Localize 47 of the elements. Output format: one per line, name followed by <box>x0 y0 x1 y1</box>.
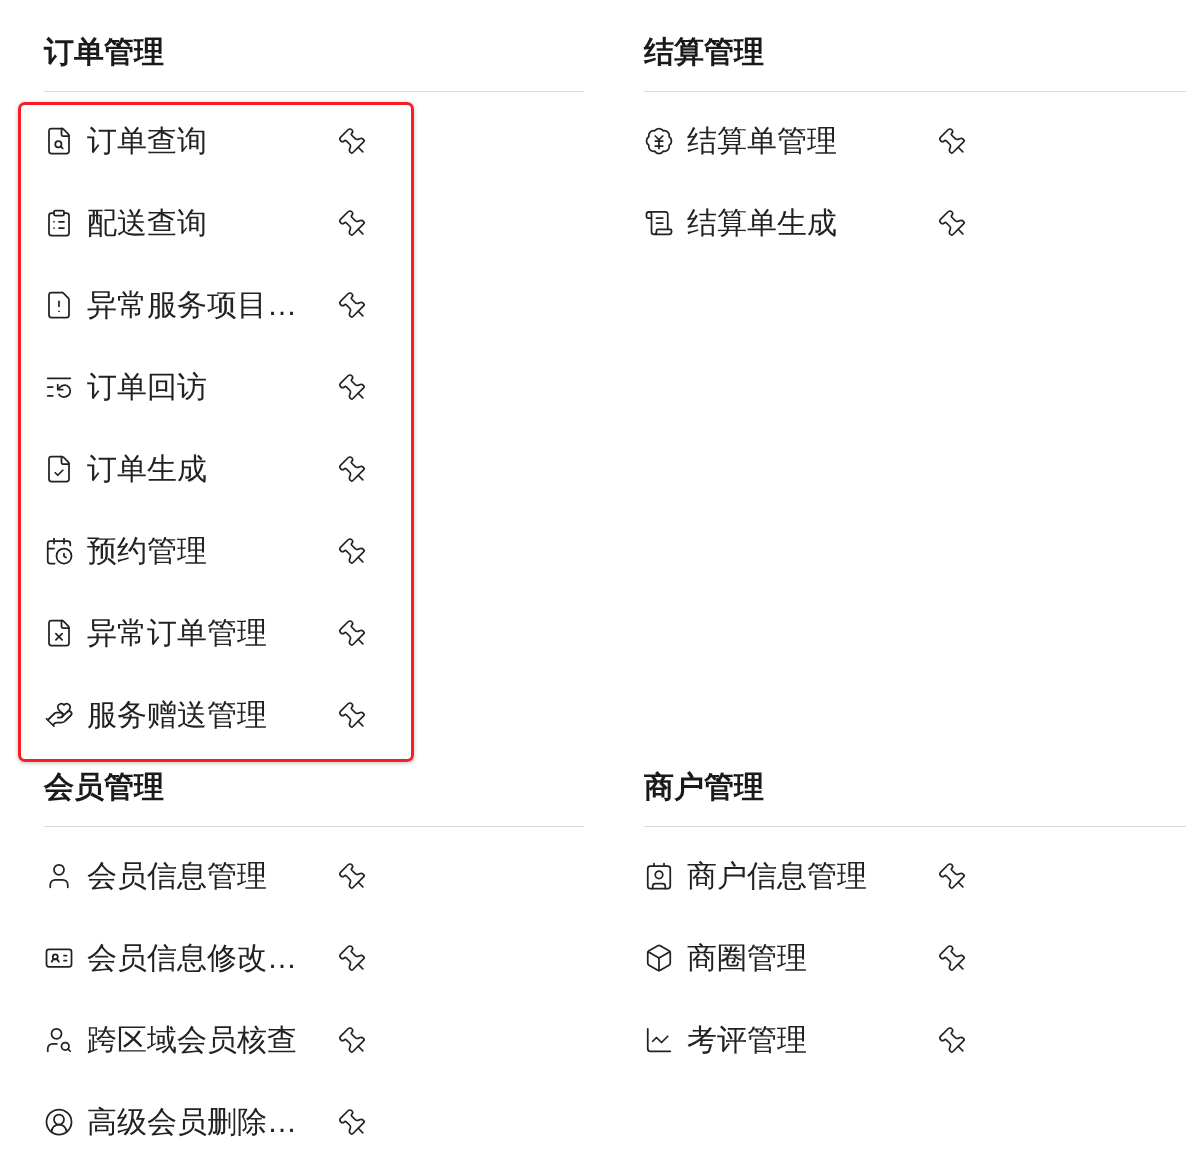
menu-link[interactable]: 异常服务项目… <box>87 285 297 325</box>
menu-link[interactable]: 订单生成 <box>87 449 207 489</box>
menu-link[interactable]: 配送查询 <box>87 203 207 243</box>
pin-icon[interactable] <box>338 944 366 972</box>
section-title: 结算管理 <box>644 34 764 70</box>
calendar-clock-icon <box>44 536 74 566</box>
pin-icon[interactable] <box>338 127 366 155</box>
yen-badge-icon <box>644 126 674 156</box>
menu-link[interactable]: 考评管理 <box>687 1020 807 1060</box>
menu-link[interactable]: 订单查询 <box>87 121 207 161</box>
menu-link[interactable]: 高级会员删除… <box>87 1102 297 1142</box>
section-title: 商户管理 <box>644 769 764 805</box>
menu-link[interactable]: 结算单管理 <box>687 121 837 161</box>
pin-icon[interactable] <box>338 373 366 401</box>
pin-icon[interactable] <box>338 291 366 319</box>
hand-heart-icon <box>44 700 74 730</box>
pin-icon[interactable] <box>338 701 366 729</box>
menu-link[interactable]: 会员信息修改… <box>87 938 297 978</box>
pin-icon[interactable] <box>338 862 366 890</box>
cube-icon <box>644 943 674 973</box>
pin-icon[interactable] <box>338 209 366 237</box>
section-title: 会员管理 <box>44 769 164 805</box>
menu-link[interactable]: 商圈管理 <box>687 938 807 978</box>
menu-link[interactable]: 服务赠送管理 <box>87 695 267 735</box>
menu-link[interactable]: 商户信息管理 <box>687 856 867 896</box>
menu-link[interactable]: 预约管理 <box>87 531 207 571</box>
pin-icon[interactable] <box>938 127 966 155</box>
menu-link[interactable]: 结算单生成 <box>687 203 837 243</box>
pin-icon[interactable] <box>338 1108 366 1136</box>
menu-link[interactable]: 异常订单管理 <box>87 613 267 653</box>
line-chart-icon <box>644 1025 674 1055</box>
menu-link[interactable]: 订单回访 <box>87 367 207 407</box>
menu-link[interactable]: 会员信息管理 <box>87 856 267 896</box>
pin-icon[interactable] <box>938 862 966 890</box>
menu-link[interactable]: 跨区域会员核查 <box>87 1020 297 1060</box>
scroll-icon <box>644 208 674 238</box>
contact-card-icon <box>644 861 674 891</box>
pin-icon[interactable] <box>338 1026 366 1054</box>
user-search-icon <box>44 1025 74 1055</box>
pin-icon[interactable] <box>938 209 966 237</box>
pin-icon[interactable] <box>338 455 366 483</box>
section-title: 订单管理 <box>44 34 164 70</box>
pin-icon[interactable] <box>938 944 966 972</box>
pin-icon[interactable] <box>938 1026 966 1054</box>
pin-icon[interactable] <box>338 619 366 647</box>
user-circle-icon <box>44 1107 74 1137</box>
pin-icon[interactable] <box>338 537 366 565</box>
